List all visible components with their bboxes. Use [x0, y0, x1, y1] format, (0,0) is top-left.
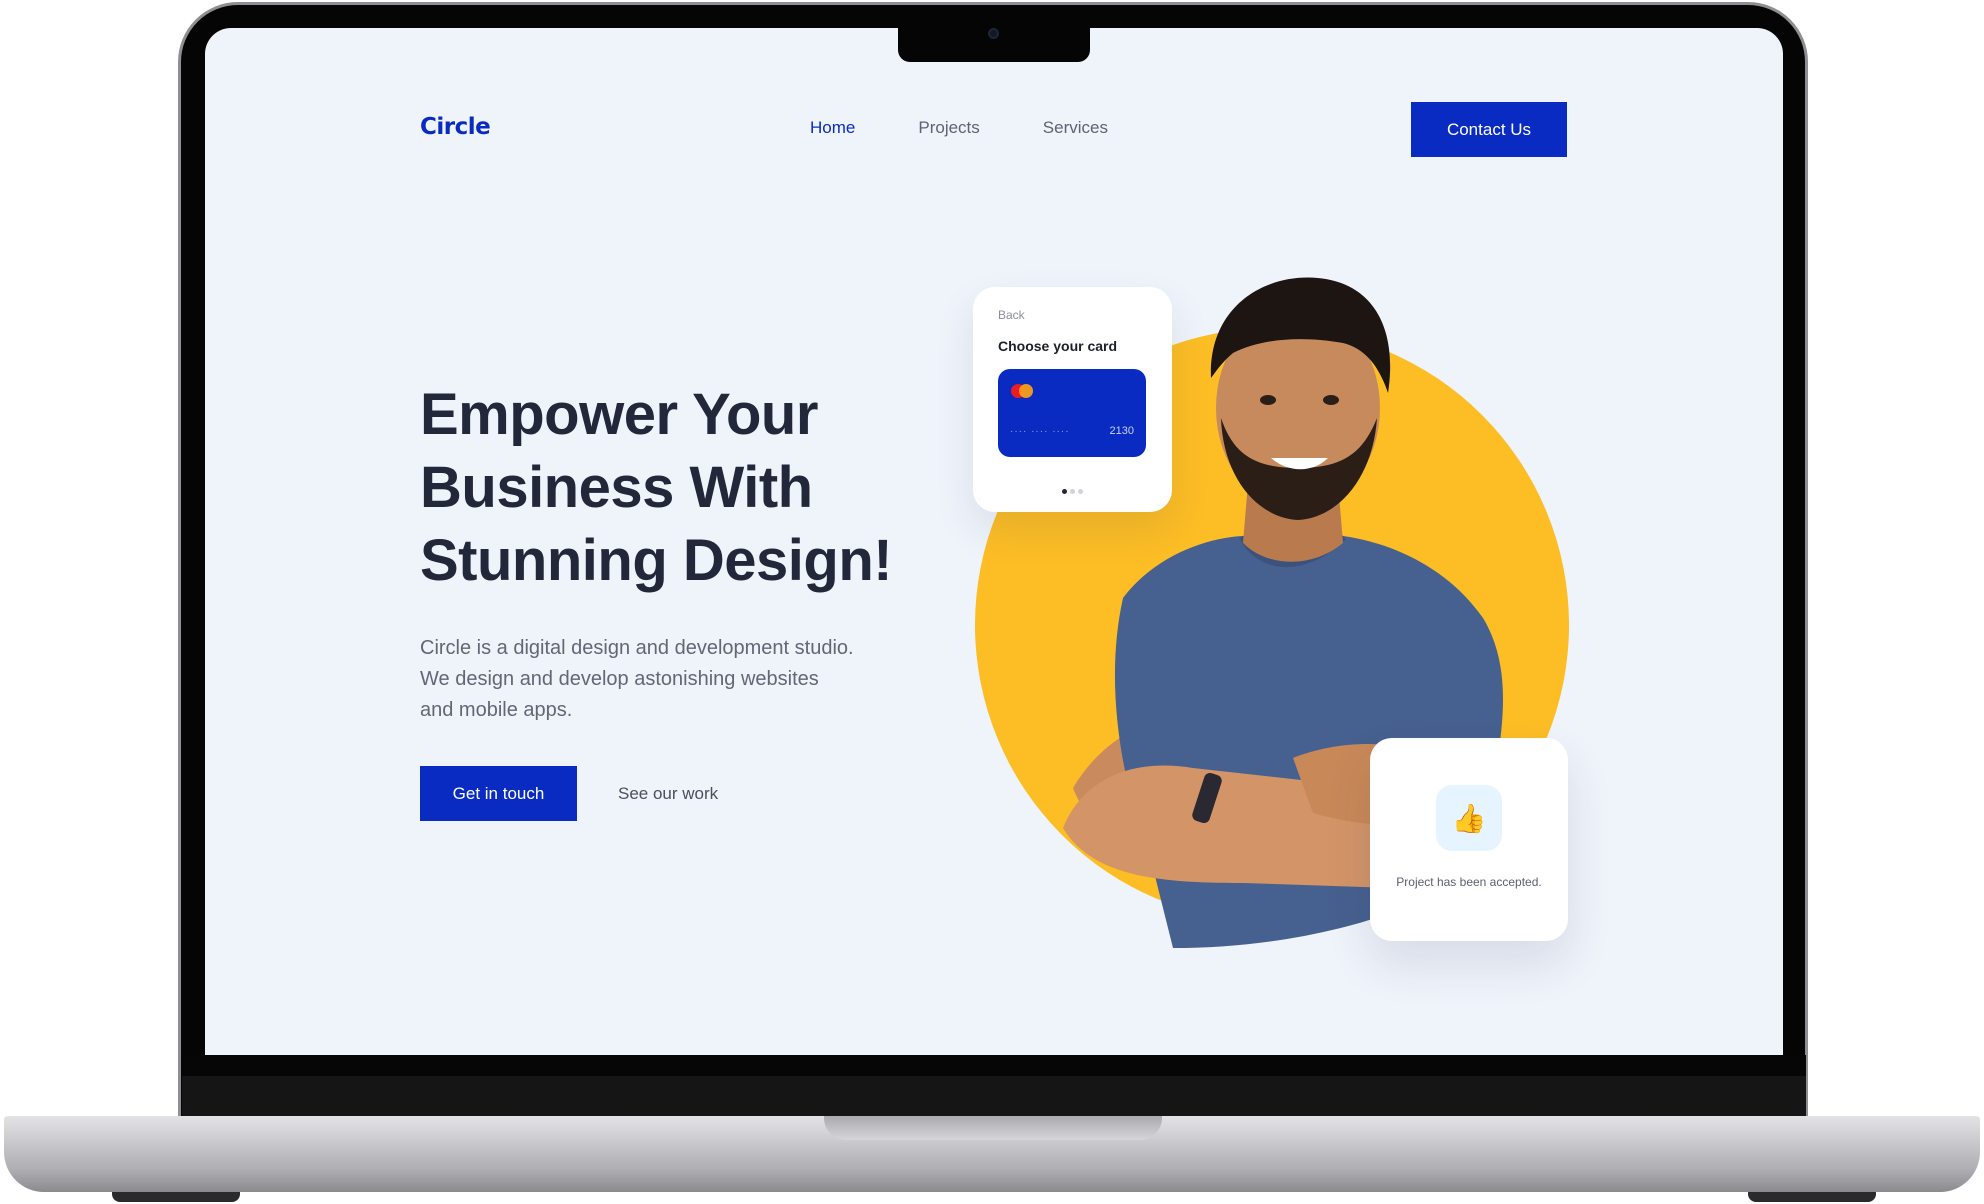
hero-description-line: Circle is a digital design and developme… [420, 637, 854, 659]
hero-headline-line: Business With [420, 455, 813, 520]
project-accepted-widget: 👍 Project has been accepted. [1370, 738, 1568, 941]
laptop-foot-right [1748, 1192, 1876, 1202]
accepted-message: Project has been accepted. [1396, 875, 1542, 889]
laptop-foot-left [112, 1192, 240, 1202]
nav-projects[interactable]: Projects [918, 118, 979, 138]
hero-description-line: We design and develop astonishing websit… [420, 668, 819, 690]
card-last-digits: 2130 [1109, 425, 1134, 437]
choose-card-widget: Back Choose your card ···· ···· ···· 213… [973, 287, 1172, 512]
see-our-work-link[interactable]: See our work [618, 784, 718, 804]
nav-services[interactable]: Services [1043, 118, 1108, 138]
laptop-hinge [182, 1055, 1806, 1077]
card-pager [1062, 489, 1083, 494]
hero-headline-line: Empower Your [420, 382, 818, 447]
card-masked-number: ···· ···· ···· [1010, 426, 1070, 437]
camera-icon [988, 28, 999, 39]
get-in-touch-button[interactable]: Get in touch [420, 766, 577, 821]
mastercard-logo-orange [1019, 384, 1033, 398]
card-widget-title: Choose your card [998, 338, 1118, 354]
hero-description: Circle is a digital design and developme… [420, 633, 890, 726]
laptop-bottom-bezel [182, 1076, 1806, 1118]
payment-card[interactable]: ···· ···· ···· 2130 [998, 369, 1146, 457]
nav-home[interactable]: Home [810, 118, 855, 138]
hero-headline-line: Stunning Design! [420, 528, 893, 593]
back-link[interactable]: Back [998, 308, 1025, 322]
thumbs-up-icon: 👍 [1436, 785, 1502, 851]
pager-dot-active[interactable] [1062, 489, 1067, 494]
main-nav: Home Projects Services [810, 118, 1171, 138]
contact-us-button[interactable]: Contact Us [1411, 102, 1567, 157]
site-logo[interactable]: Circle [420, 114, 491, 140]
pager-dot[interactable] [1078, 489, 1083, 494]
hero-description-line: and mobile apps. [420, 699, 573, 721]
laptop-screen: Circle Home Projects Services Contact Us… [205, 28, 1783, 1055]
laptop-opening-notch [824, 1116, 1162, 1140]
pager-dot[interactable] [1070, 489, 1075, 494]
hero-headline: Empower Your Business With Stunning Desi… [420, 378, 940, 597]
